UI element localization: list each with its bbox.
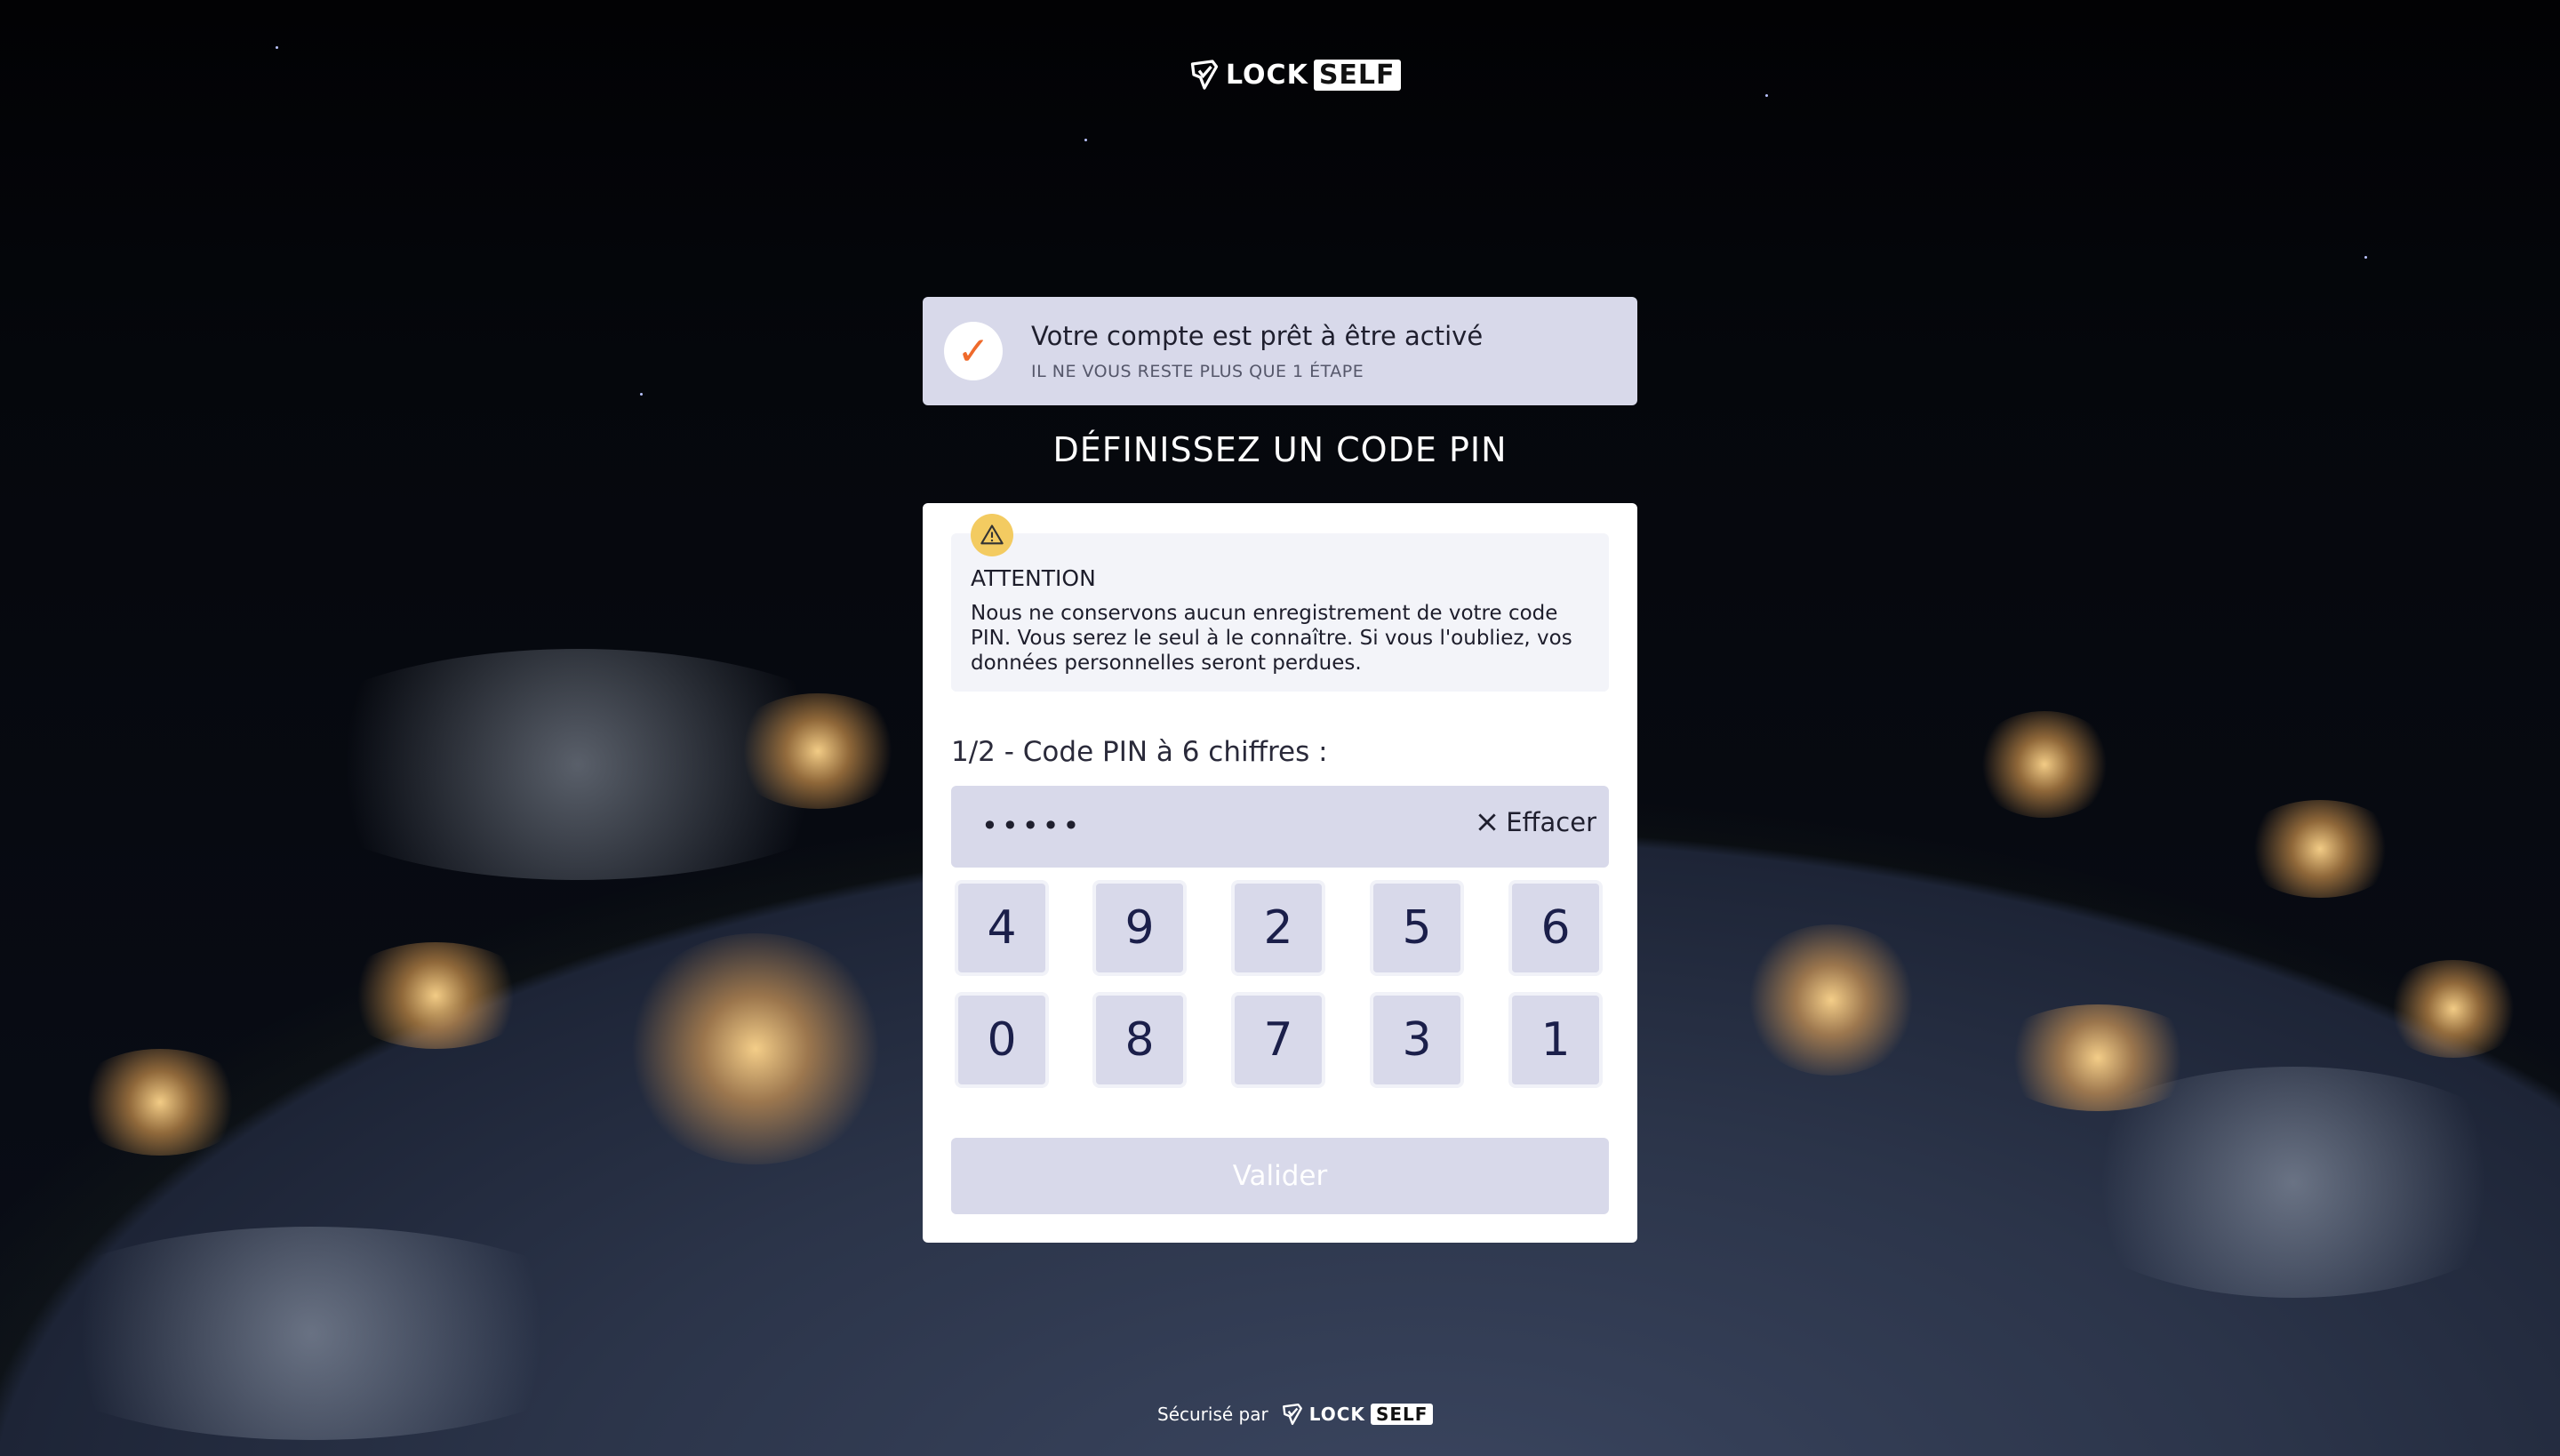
keypad-key[interactable]: 7 bbox=[1235, 996, 1322, 1084]
check-icon: ✓ bbox=[944, 322, 1003, 380]
clear-button[interactable]: Effacer bbox=[1476, 807, 1596, 837]
close-icon bbox=[1478, 813, 1496, 831]
star bbox=[1084, 139, 1087, 141]
warning-text: Nous ne conservons aucun enregistrement … bbox=[971, 602, 1572, 675]
pin-setup-card: ATTENTION Nous ne conservons aucun enreg… bbox=[923, 503, 1637, 1243]
city-lights bbox=[2382, 960, 2524, 1058]
city-lights bbox=[1742, 924, 1920, 1076]
shield-logo-icon bbox=[1282, 1403, 1302, 1426]
keypad-key[interactable]: 4 bbox=[958, 884, 1045, 972]
pin-label: 1/2 - Code PIN à 6 chiffres : bbox=[951, 736, 1328, 768]
city-lights bbox=[1973, 711, 2116, 818]
keypad-key[interactable]: 8 bbox=[1096, 996, 1183, 1084]
page-title: DÉFINISSEZ UN CODE PIN bbox=[1052, 430, 1508, 469]
warning-title: ATTENTION bbox=[971, 565, 1096, 591]
keypad-key[interactable]: 3 bbox=[1373, 996, 1460, 1084]
keypad-key[interactable]: 2 bbox=[1235, 884, 1322, 972]
star bbox=[2364, 256, 2367, 259]
city-lights bbox=[2240, 800, 2400, 898]
footer-brand-lock: LOCK bbox=[1308, 1404, 1365, 1425]
validate-button[interactable]: Valider bbox=[951, 1138, 1609, 1214]
secured-by-label: Sécurisé par bbox=[1157, 1404, 1268, 1425]
city-lights bbox=[338, 942, 533, 1049]
pin-input[interactable]: ••••• Effacer bbox=[951, 786, 1609, 868]
pin-masked-value: ••••• bbox=[981, 809, 1084, 843]
star bbox=[276, 46, 278, 49]
keypad-key[interactable]: 5 bbox=[1373, 884, 1460, 972]
brand-logo: LOCK SELF bbox=[1188, 59, 1401, 91]
footer-brand-logo: LOCK SELF bbox=[1281, 1403, 1434, 1426]
cloud bbox=[0, 1227, 622, 1440]
page-background: LOCK SELF ✓ Votre compte est prêt à être… bbox=[0, 0, 2560, 1456]
warning-icon bbox=[971, 514, 1013, 556]
keypad-key[interactable]: 6 bbox=[1512, 884, 1599, 972]
footer-brand-self: SELF bbox=[1370, 1404, 1434, 1425]
brand-name-self: SELF bbox=[1313, 59, 1401, 91]
keypad-key[interactable]: 9 bbox=[1096, 884, 1183, 972]
footer: Sécurisé par LOCK SELF bbox=[1157, 1403, 1434, 1426]
keypad-key[interactable]: 0 bbox=[958, 996, 1045, 1084]
star bbox=[640, 393, 643, 396]
banner-title: Votre compte est prêt à être activé bbox=[1031, 321, 1484, 351]
account-ready-banner: ✓ Votre compte est prêt à être activé IL… bbox=[923, 297, 1637, 405]
banner-subtitle: IL NE VOUS RESTE PLUS QUE 1 ÉTAPE bbox=[1031, 362, 1364, 381]
warning-box: ATTENTION Nous ne conservons aucun enreg… bbox=[951, 514, 1609, 692]
city-lights bbox=[622, 933, 889, 1164]
star bbox=[1765, 94, 1768, 97]
brand-name-lock: LOCK bbox=[1226, 59, 1308, 91]
city-lights bbox=[71, 1049, 249, 1156]
shield-logo-icon bbox=[1190, 60, 1219, 90]
cloud bbox=[267, 649, 889, 880]
cloud bbox=[2044, 1067, 2542, 1298]
keypad-key[interactable]: 1 bbox=[1512, 996, 1599, 1084]
clear-label: Effacer bbox=[1506, 807, 1596, 837]
